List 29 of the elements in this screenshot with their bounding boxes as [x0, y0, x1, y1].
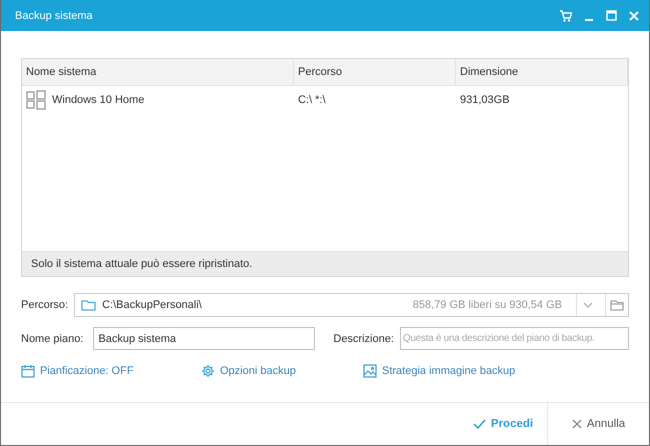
folder-icon: [81, 299, 96, 311]
table-cell: Windows 10 Home: [52, 94, 144, 106]
field-label: Nome piano:: [21, 332, 84, 344]
field-label: Descrizione:: [333, 332, 394, 344]
link[interactable]: Opzioni backup: [201, 364, 363, 378]
close-icon: [572, 419, 582, 429]
gear-icon: [201, 364, 215, 378]
link[interactable]: Strategia immagine backup: [363, 364, 516, 378]
field-label: Percorso:: [21, 299, 68, 311]
column-header[interactable]: Dimensione: [456, 59, 628, 85]
cart-icon[interactable]: [559, 10, 572, 22]
table-note: Solo il sistema attuale può essere ripristinato.: [22, 251, 628, 276]
check-icon: [472, 419, 486, 429]
image-icon: [363, 364, 377, 378]
folder-icon[interactable]: [610, 299, 624, 311]
input-field[interactable]: Questa è una descrizione del piano di backup.: [400, 327, 629, 350]
table-cell-text: C:\ *:\: [297, 94, 327, 106]
close-icon[interactable]: [629, 10, 639, 20]
column-header[interactable]: Percorso: [294, 59, 456, 85]
table-cell-text: 931,03GB: [459, 94, 511, 106]
input-field[interactable]: Backup sistema: [93, 327, 316, 350]
caret-icon[interactable]: [583, 302, 593, 308]
link[interactable]: Pianficazione: OFF: [21, 364, 201, 378]
windows-logo-icon: [26, 90, 46, 110]
maximize-icon[interactable]: [606, 10, 617, 21]
column-header[interactable]: Nome sistema: [22, 59, 294, 85]
path-field[interactable]: C:\BackupPersonali\ 858,79 GB liberi su 930,54 GB: [74, 293, 629, 317]
calendar-icon: [21, 364, 35, 378]
window-title: Backup sistema: [15, 10, 94, 22]
